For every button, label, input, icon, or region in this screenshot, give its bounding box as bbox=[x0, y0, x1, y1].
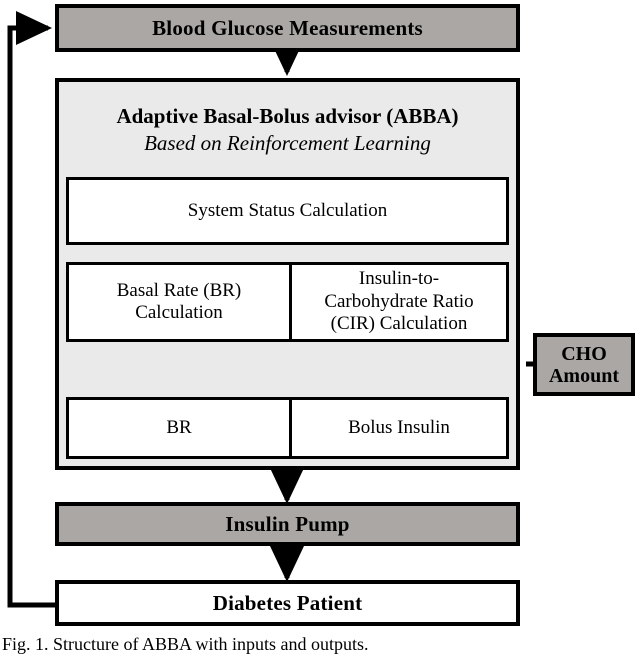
node-abba-container[interactable]: Adaptive Basal-Bolus advisor (ABBA) Base… bbox=[55, 78, 520, 470]
insulin-pump-label: Insulin Pump bbox=[225, 511, 350, 536]
bolus-insulin-label: Bolus Insulin bbox=[348, 416, 450, 438]
basal-rate-label: Basal Rate (BR) Calculation bbox=[117, 280, 242, 325]
node-bolus-insulin-output[interactable]: Bolus Insulin bbox=[289, 397, 509, 459]
basal-rate-line2: Calculation bbox=[135, 302, 223, 323]
abba-title: Adaptive Basal-Bolus advisor (ABBA) Base… bbox=[59, 104, 516, 156]
arrow-patient-feedback bbox=[7, 11, 55, 608]
abba-title-line2: Based on Reinforcement Learning bbox=[144, 131, 431, 155]
node-blood-glucose-measurements[interactable]: Blood Glucose Measurements bbox=[55, 4, 520, 52]
figure-caption: Fig. 1. Structure of ABBA with inputs an… bbox=[2, 634, 369, 654]
cho-amount-line2: Amount bbox=[548, 364, 619, 387]
node-insulin-pump[interactable]: Insulin Pump bbox=[55, 502, 520, 546]
node-system-status-calculation[interactable]: System Status Calculation bbox=[66, 177, 509, 245]
icr-line2: Carbohydrate Ratio bbox=[324, 290, 474, 312]
figure-abba-structure: Blood Glucose Measurements Adaptive Basa… bbox=[0, 0, 640, 661]
abba-title-line1: Adaptive Basal-Bolus advisor (ABBA) bbox=[116, 104, 459, 128]
node-cho-amount[interactable]: CHO Amount bbox=[533, 333, 635, 396]
system-status-label: System Status Calculation bbox=[187, 199, 388, 221]
icr-line1: Insulin-to- bbox=[358, 268, 440, 290]
icr-label: Insulin-to- Carbohydrate Ratio (CIR) Cal… bbox=[324, 268, 473, 335]
basal-rate-line1: Basal Rate (BR) bbox=[116, 279, 242, 301]
node-br-output[interactable]: BR bbox=[66, 397, 292, 459]
node-basal-rate-calculation[interactable]: Basal Rate (BR) Calculation bbox=[66, 262, 292, 342]
diabetes-patient-label: Diabetes Patient bbox=[212, 590, 363, 615]
icr-line3: (CIR) Calculation bbox=[330, 313, 468, 335]
blood-glucose-label: Blood Glucose Measurements bbox=[152, 15, 423, 40]
cho-amount-line1: CHO bbox=[561, 342, 607, 365]
node-icr-calculation[interactable]: Insulin-to- Carbohydrate Ratio (CIR) Cal… bbox=[289, 262, 509, 342]
cho-amount-label: CHO Amount bbox=[549, 343, 619, 387]
br-output-label: BR bbox=[166, 416, 192, 438]
node-diabetes-patient[interactable]: Diabetes Patient bbox=[55, 580, 520, 626]
